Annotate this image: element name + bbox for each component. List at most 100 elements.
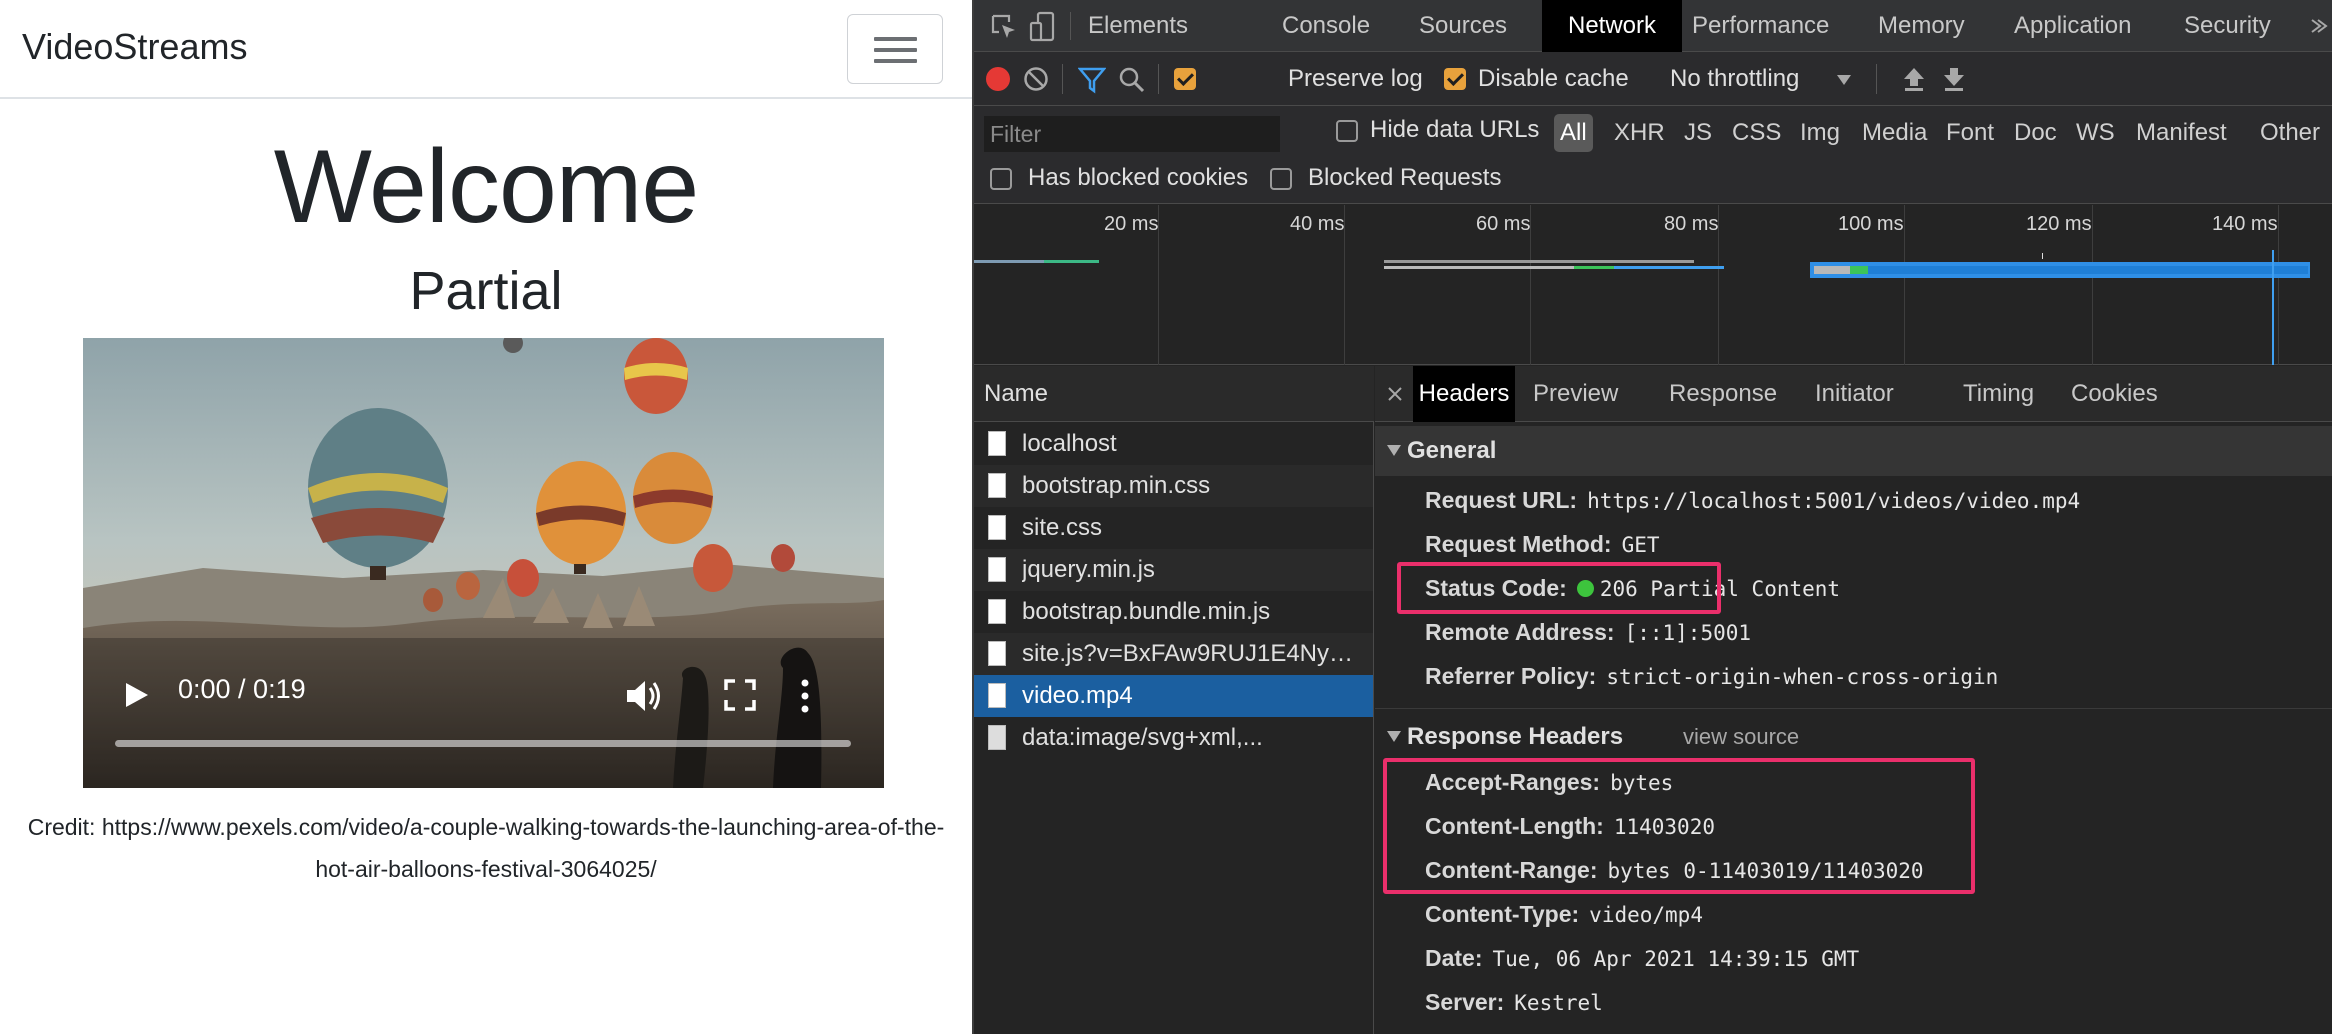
export-har-icon[interactable]: [1942, 66, 1966, 92]
filter-type-all[interactable]: All: [1554, 114, 1593, 152]
tab-initiator[interactable]: Initiator: [1815, 366, 1894, 422]
header-remote-address: Remote Address: [::1]:5001: [1425, 612, 1751, 652]
response-headers-title: Response Headers: [1407, 723, 1624, 750]
request-name: localhost: [1022, 430, 1117, 457]
tab-headers[interactable]: Headers: [1413, 366, 1515, 422]
filter-icon[interactable]: [1078, 66, 1106, 94]
volume-icon[interactable]: [623, 676, 663, 716]
disable-cache-checkbox[interactable]: [1444, 68, 1466, 90]
timeline-bars: [974, 250, 2310, 365]
filter-type-js[interactable]: JS: [1684, 114, 1712, 152]
document-icon: [988, 515, 1006, 540]
request-row[interactable]: bootstrap.bundle.min.js: [974, 591, 1373, 633]
brand-link[interactable]: VideoStreams: [22, 26, 247, 68]
network-overview-timeline[interactable]: 20 ms 40 ms 60 ms 80 ms 100 ms 120 ms 14…: [974, 205, 2332, 365]
video-player[interactable]: 0:00 / 0:19: [83, 338, 884, 788]
filter-type-doc[interactable]: Doc: [2014, 114, 2057, 152]
disable-cache-label: Disable cache: [1478, 65, 1629, 92]
header-key: Date:: [1425, 945, 1483, 971]
document-icon: [988, 599, 1006, 624]
search-icon[interactable]: [1118, 66, 1146, 94]
has-blocked-cookies-checkbox[interactable]: [990, 168, 1012, 190]
tab-console[interactable]: Console: [1282, 0, 1370, 52]
fullscreen-icon[interactable]: [723, 678, 757, 712]
clear-icon[interactable]: [1022, 65, 1050, 93]
details-tabbar: Headers Preview Response Initiator Timin…: [1375, 366, 2332, 422]
filter-type-css[interactable]: CSS: [1732, 114, 1781, 152]
tab-performance[interactable]: Performance: [1692, 0, 1829, 52]
import-har-icon[interactable]: [1902, 66, 1926, 92]
tab-preview[interactable]: Preview: [1533, 366, 1618, 422]
document-icon: [988, 473, 1006, 498]
request-row[interactable]: jquery.min.js: [974, 549, 1373, 591]
filter-type-font[interactable]: Font: [1946, 114, 1994, 152]
document-icon: [988, 683, 1006, 708]
more-options-icon[interactable]: [797, 676, 813, 716]
request-row[interactable]: localhost: [974, 423, 1373, 465]
header-value: strict-origin-when-cross-origin: [1606, 665, 1999, 689]
expand-triangle-icon: [1387, 445, 1401, 456]
request-row[interactable]: site.css: [974, 507, 1373, 549]
header-key: Remote Address:: [1425, 619, 1615, 645]
general-section-header[interactable]: General: [1375, 426, 2332, 476]
response-headers-section-header[interactable]: Response Headers view source: [1375, 712, 2332, 762]
request-name: bootstrap.bundle.min.js: [1022, 598, 1271, 625]
hide-data-urls-checkbox[interactable]: [1336, 120, 1358, 142]
filter-type-img[interactable]: Img: [1800, 114, 1840, 152]
tab-application[interactable]: Application: [2014, 0, 2131, 52]
filter-type-other[interactable]: Other: [2260, 114, 2320, 152]
request-row[interactable]: site.js?v=BxFAw9RUJ1E4NyHpdqLDeHq0jUm9cm…: [974, 633, 1373, 675]
request-row[interactable]: data:image/svg+xml,...: [974, 717, 1373, 759]
play-icon[interactable]: [121, 680, 151, 710]
request-name: site.css: [1022, 514, 1103, 541]
header-key: Request Method:: [1425, 531, 1612, 557]
header-date: Date: Tue, 06 Apr 2021 14:39:15 GMT: [1425, 938, 1859, 978]
tab-cookies[interactable]: Cookies: [2071, 366, 2158, 422]
request-name: bootstrap.min.css: [1022, 472, 1211, 499]
range-headers-highlight: [1383, 758, 1975, 894]
header-value: Tue, 06 Apr 2021 14:39:15 GMT: [1492, 947, 1860, 971]
request-row-selected[interactable]: video.mp4: [974, 675, 1373, 717]
close-icon[interactable]: [1387, 386, 1403, 402]
video-frame: [83, 338, 884, 788]
navbar-toggler-button[interactable]: [847, 14, 943, 84]
filter-type-manifest[interactable]: Manifest: [2136, 114, 2227, 152]
filter-bar: Hide data URLs All XHR JS CSS Img Media …: [974, 106, 2332, 204]
header-value: [::1]:5001: [1624, 621, 1752, 645]
tab-elements[interactable]: Elements: [1088, 0, 1188, 52]
tab-response[interactable]: Response: [1669, 366, 1777, 422]
blocked-requests-checkbox[interactable]: [1270, 168, 1292, 190]
toolbar-divider: [1876, 64, 1877, 94]
request-row[interactable]: bootstrap.min.css: [974, 465, 1373, 507]
filter-type-xhr[interactable]: XHR: [1614, 114, 1665, 152]
view-source-link[interactable]: view source: [1683, 712, 1799, 762]
filter-type-ws[interactable]: WS: [2076, 114, 2115, 152]
filter-input[interactable]: [984, 116, 1280, 152]
toolbar-divider: [1070, 12, 1071, 40]
tab-security[interactable]: Security: [2184, 0, 2271, 52]
has-blocked-cookies-label: Has blocked cookies: [1028, 164, 1249, 191]
status-code-highlight: [1397, 562, 1721, 614]
throttling-select[interactable]: No throttling: [1670, 65, 1799, 93]
more-tabs-icon[interactable]: [2308, 16, 2328, 36]
devtools-panel: Elements Console Sources Network Perform…: [972, 0, 2332, 1034]
navbar: VideoStreams: [0, 0, 972, 99]
filter-type-media[interactable]: Media: [1862, 114, 1927, 152]
video-seek-bar[interactable]: [115, 740, 851, 747]
record-icon[interactable]: [984, 65, 1012, 93]
tab-sources[interactable]: Sources: [1419, 0, 1507, 52]
request-details-panel: Headers Preview Response Initiator Timin…: [1375, 366, 2332, 1034]
device-toolbar-icon[interactable]: [1028, 11, 1056, 43]
preserve-log-checkbox[interactable]: [1174, 68, 1196, 90]
document-icon: [988, 557, 1006, 582]
web-page: VideoStreams Welcome Partial 0:00 / 0:19…: [0, 0, 972, 1034]
inspect-element-icon[interactable]: [990, 13, 1018, 41]
devtools-tabbar: Elements Console Sources Network Perform…: [974, 0, 2332, 52]
name-column-header[interactable]: Name: [974, 366, 1374, 422]
image-file-icon: [988, 725, 1006, 750]
tab-timing[interactable]: Timing: [1963, 366, 2034, 422]
request-name: data:image/svg+xml,...: [1022, 724, 1263, 751]
request-name: video.mp4: [1022, 682, 1133, 709]
tab-memory[interactable]: Memory: [1878, 0, 1965, 52]
tab-network[interactable]: Network: [1542, 0, 1682, 52]
